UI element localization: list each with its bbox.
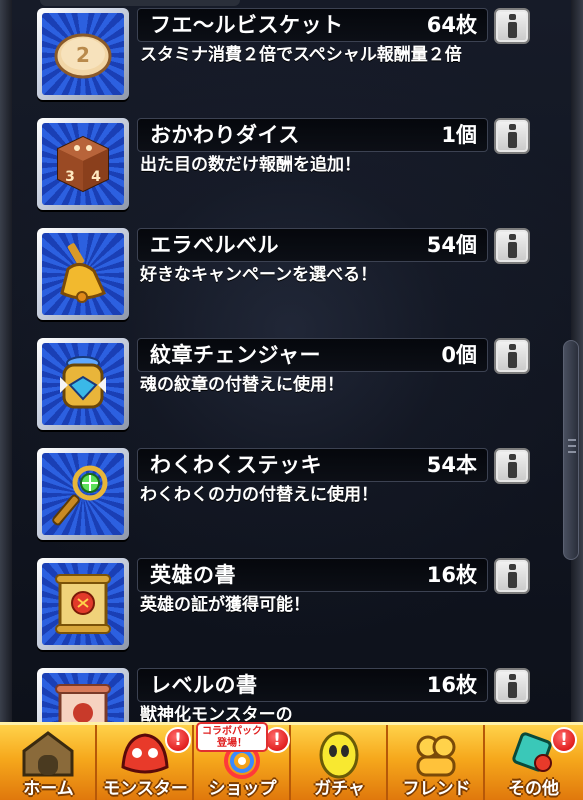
nav-tab-home[interactable]: ホーム [0,725,97,800]
info-button[interactable] [494,338,530,374]
nav-label-gacha: ガチャ [314,779,365,799]
item-count: 1個 [441,123,477,147]
friend-icon [416,735,456,777]
home-icon [22,731,74,777]
info-icon [507,14,517,38]
item-list[interactable]: 2 フエ～ルビスケット 64枚 スタミナ消費２倍でスペシャル報酬量２倍 3 4 … [0,0,583,722]
nav-label-friend: フレンド [402,779,471,799]
info-icon [507,674,517,698]
item-description: 英雄の証が獲得可能！ [140,595,310,615]
item-inventory-screen: 2 フエ～ルビスケット 64枚 スタミナ消費２倍でスペシャル報酬量２倍 3 4 … [0,0,583,800]
nav-label-shop: ショップ [208,779,277,799]
info-button[interactable] [494,558,530,594]
item-name: 紋章チェンジャー [150,343,321,367]
info-button[interactable] [494,118,530,154]
item-name-bar: おかわりダイス 1個 [137,118,488,152]
svg-text:2: 2 [76,43,90,67]
biscuit-icon: 2 [42,13,124,95]
info-button[interactable] [494,228,530,264]
list-item[interactable]: わくわくステッキ 54本 わくわくの力の付替えに使用！ [0,448,583,558]
nav-label-home: ホーム [23,779,74,799]
list-item[interactable]: 2 フエ～ルビスケット 64枚 スタミナ消費２倍でスペシャル報酬量２倍 [0,8,583,118]
item-description: スタミナ消費２倍でスペシャル報酬量２倍 [140,45,462,65]
list-item[interactable]: 3 4 おかわりダイス 1個 出た目の数だけ報酬を追加！ [0,118,583,228]
item-description: 魂の紋章の付替えに使用！ [140,375,344,395]
magic-wand-icon [42,453,124,535]
item-icon-frame[interactable] [37,338,129,430]
hero-scroll-icon [42,563,124,645]
nav-label-other: その他 [508,779,559,799]
item-description: 好きなキャンペーンを選べる！ [140,265,378,285]
svg-text:3: 3 [65,169,75,185]
collab-pack-promo-tag[interactable]: コラボパック 登場！ [196,722,268,752]
dice-icon: 3 4 [42,123,124,205]
gacha-egg-icon [319,731,359,779]
info-button[interactable] [494,668,530,704]
nav-tab-gacha[interactable]: ガチャ [291,725,388,800]
item-icon-frame[interactable]: 3 4 [37,118,129,210]
bell-icon [42,233,124,315]
info-icon [507,564,517,588]
item-name: エラベルベル [150,233,279,257]
item-icon-frame[interactable]: 2 [37,8,129,100]
info-button[interactable] [494,8,530,44]
nav-tab-friend[interactable]: フレンド [388,725,485,800]
info-icon [507,124,517,148]
emblem-changer-icon [42,343,124,425]
item-name: わくわくステッキ [150,453,322,477]
item-count: 0個 [441,343,477,367]
level-scroll-icon [42,673,124,722]
item-count: 54個 [426,233,477,257]
info-icon [507,454,517,478]
item-description: 出た目の数だけ報酬を追加！ [140,155,361,175]
list-item[interactable]: レベルの書 16枚 獣神化モンスターの [0,668,583,722]
nav-tab-monster[interactable]: モンスター ! [97,725,194,800]
item-description: わくわくの力の付替えに使用！ [140,485,378,505]
item-name-bar: 紋章チェンジャー 0個 [137,338,488,372]
item-name-bar: わくわくステッキ 54本 [137,448,488,482]
item-name-bar: エラベルベル 54個 [137,228,488,262]
promo-line1: コラボパック [202,726,262,737]
alert-badge: ! [551,727,577,753]
item-icon-frame[interactable] [37,448,129,540]
item-name: おかわりダイス [150,123,300,147]
item-description: 獣神化モンスターの [140,705,293,722]
info-icon [507,234,517,258]
item-name-bar: レベルの書 16枚 [137,668,488,702]
nav-label-monster: モンスター [103,779,188,799]
scrollbar-grip [568,445,576,447]
item-name-bar: 英雄の書 16枚 [137,558,488,592]
item-name: 英雄の書 [150,563,236,587]
item-count: 54本 [426,453,477,477]
bottom-nav: ホーム モンスター ! ショップ ! ガチャ フレンド その他 ! [0,722,583,800]
info-button[interactable] [494,448,530,484]
scrollbar-thumb[interactable] [563,340,579,560]
item-name: レベルの書 [150,673,258,697]
item-icon-frame[interactable] [37,668,129,722]
list-item[interactable]: エラベルベル 54個 好きなキャンペーンを選べる！ [0,228,583,338]
info-icon [507,344,517,368]
svg-text:4: 4 [91,169,101,185]
item-name: フエ～ルビスケット [150,13,344,37]
list-item[interactable]: 紋章チェンジャー 0個 魂の紋章の付替えに使用！ [0,338,583,448]
scrollbar-grip [568,451,576,453]
alert-badge: ! [165,727,191,753]
scrollbar-grip [568,439,576,441]
item-icon-frame[interactable] [37,228,129,320]
promo-line2: 登場！ [217,738,247,749]
nav-tab-other[interactable]: その他 ! [485,725,583,800]
item-count: 16枚 [426,673,477,697]
item-icon-frame[interactable] [37,558,129,650]
item-name-bar: フエ～ルビスケット 64枚 [137,8,488,42]
item-count: 16枚 [426,563,477,587]
list-item[interactable]: 英雄の書 16枚 英雄の証が獲得可能！ [0,558,583,668]
item-count: 64枚 [426,13,477,37]
